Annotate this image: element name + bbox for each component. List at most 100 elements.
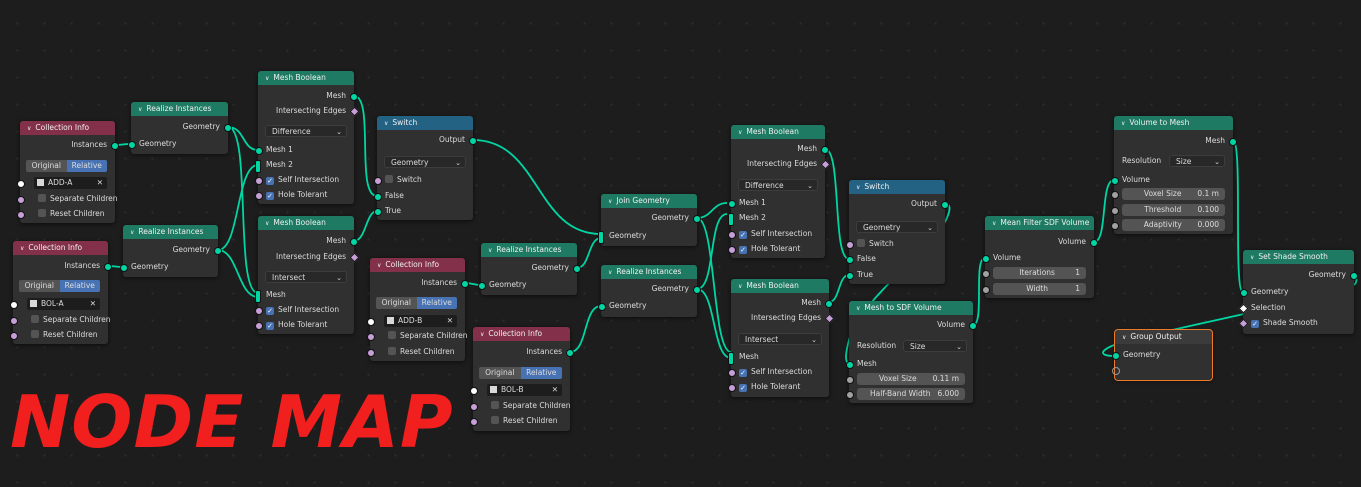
transform-space-toggle[interactable]: Original Relative xyxy=(370,296,465,310)
iterations-field[interactable]: Iterations 1 xyxy=(981,266,1094,280)
boolean-socket[interactable] xyxy=(366,349,375,357)
multi-input-socket[interactable] xyxy=(597,230,604,244)
boolean-socket[interactable] xyxy=(254,192,263,200)
float-socket[interactable] xyxy=(1110,207,1119,215)
geometry-socket[interactable] xyxy=(940,201,949,209)
clear-icon[interactable]: ✕ xyxy=(90,298,96,310)
original-option[interactable]: Original xyxy=(479,367,521,379)
check-icon[interactable]: ✓ xyxy=(739,384,747,392)
check-icon[interactable]: ✓ xyxy=(266,177,274,185)
empty-socket[interactable] xyxy=(1111,367,1120,375)
node-header[interactable]: ∨ Volume to Mesh xyxy=(1114,116,1233,130)
geometry-socket[interactable] xyxy=(127,141,136,149)
boolean-socket[interactable] xyxy=(727,231,736,239)
node-header[interactable]: ∨ Realize Instances xyxy=(123,225,218,239)
collapse-chevron-icon[interactable]: ∨ xyxy=(1121,117,1125,130)
join-geometry-node[interactable]: ∨ Join Geometry Geometry Geometry xyxy=(597,194,701,246)
reset-children-checkbox[interactable]: Reset Children xyxy=(366,345,465,359)
collection-socket[interactable] xyxy=(16,180,25,188)
relative-option[interactable]: Relative xyxy=(416,297,457,309)
transform-space-toggle[interactable]: Original Relative xyxy=(13,279,108,293)
hole-tolerant-checkbox[interactable]: ✓ Hole Tolerant xyxy=(727,242,825,256)
voxel-size-field[interactable]: Voxel Size 0.11 m xyxy=(845,372,973,386)
reset-children-checkbox[interactable]: Reset Children xyxy=(469,414,570,428)
collapse-chevron-icon[interactable]: ∨ xyxy=(20,242,24,255)
collapse-chevron-icon[interactable]: ∨ xyxy=(377,259,381,272)
checkbox[interactable] xyxy=(491,401,499,409)
geometry-socket[interactable] xyxy=(1089,239,1098,247)
boolean-socket[interactable] xyxy=(845,241,854,249)
node-header[interactable]: ∨ Mesh Boolean xyxy=(258,71,354,85)
transform-space-toggle[interactable]: Original Relative xyxy=(20,159,115,173)
boolean-socket[interactable] xyxy=(254,322,263,330)
boolean-socket[interactable] xyxy=(9,332,18,340)
geometry-socket[interactable] xyxy=(820,146,829,154)
collapse-chevron-icon[interactable]: ∨ xyxy=(856,181,860,194)
node-header[interactable]: ∨ Collection Info xyxy=(13,241,108,255)
hole-tolerant-checkbox[interactable]: ✓ Hole Tolerant xyxy=(727,380,829,394)
geometry-socket[interactable] xyxy=(981,255,990,263)
checkbox[interactable] xyxy=(385,175,393,183)
clear-icon[interactable]: ✕ xyxy=(552,384,558,396)
checkbox[interactable] xyxy=(491,416,499,424)
geometry-socket[interactable] xyxy=(254,147,263,155)
switch-checkbox[interactable]: Switch xyxy=(373,173,473,187)
check-icon[interactable]: ✓ xyxy=(266,322,274,330)
collapse-chevron-icon[interactable]: ∨ xyxy=(27,122,31,135)
collection-info-node-bol-b[interactable]: ∨ Collection Info Instances Original Relat… xyxy=(469,327,574,431)
checkbox[interactable] xyxy=(38,209,46,217)
float-socket[interactable] xyxy=(845,376,854,384)
check-icon[interactable]: ✓ xyxy=(1251,320,1259,328)
boolean-socket[interactable] xyxy=(373,177,382,185)
original-option[interactable]: Original xyxy=(26,160,67,172)
mesh-boolean-node-intersect[interactable]: ∨ Mesh Boolean Mesh Intersecting Edges In… xyxy=(727,279,834,397)
geometry-socket[interactable] xyxy=(1111,352,1120,360)
geometry-socket[interactable] xyxy=(223,124,232,132)
width-field[interactable]: Width 1 xyxy=(981,282,1094,296)
node-header[interactable]: ∨ Realize Instances xyxy=(481,243,577,257)
geometry-socket[interactable] xyxy=(349,93,358,101)
operation-dropdown[interactable]: Difference ⌄ xyxy=(258,124,354,138)
transform-space-toggle[interactable]: Original Relative xyxy=(473,366,570,380)
node-header[interactable]: ∨ Mesh Boolean xyxy=(731,279,829,293)
collapse-chevron-icon[interactable]: ∨ xyxy=(1122,331,1126,344)
node-header[interactable]: ∨ Collection Info xyxy=(20,121,115,135)
checkbox[interactable] xyxy=(388,331,396,339)
self-intersection-checkbox[interactable]: ✓ Self Intersection xyxy=(727,365,829,379)
collapse-chevron-icon[interactable]: ∨ xyxy=(738,280,742,293)
node-header[interactable]: ∨ Mesh to SDF Volume xyxy=(849,301,973,315)
collapse-chevron-icon[interactable]: ∨ xyxy=(856,302,860,315)
geometry-socket[interactable] xyxy=(845,256,854,264)
geometry-socket[interactable] xyxy=(572,265,581,273)
geometry-socket[interactable] xyxy=(1228,138,1237,146)
collection-socket[interactable] xyxy=(469,387,478,395)
collapse-chevron-icon[interactable]: ∨ xyxy=(138,103,142,116)
realize-instances-node[interactable]: ∨ Realize Instances Geometry Geometry xyxy=(127,102,232,154)
boolean-socket[interactable] xyxy=(254,307,263,315)
geometry-socket[interactable] xyxy=(1349,272,1358,280)
operation-dropdown[interactable]: Intersect ⌄ xyxy=(731,332,829,346)
mesh-boolean-node-difference[interactable]: ∨ Mesh Boolean Mesh Intersecting Edges Di… xyxy=(254,71,359,204)
integer-socket[interactable] xyxy=(981,270,990,278)
node-header[interactable]: ∨ Switch xyxy=(849,180,945,194)
threshold-field[interactable]: Threshold 0.100 xyxy=(1110,203,1233,217)
geometry-socket[interactable] xyxy=(1110,177,1119,185)
checkbox[interactable] xyxy=(857,239,865,247)
geometry-socket[interactable] xyxy=(597,303,606,311)
boolean-socket[interactable] xyxy=(366,333,375,341)
geometry-socket[interactable] xyxy=(349,238,358,246)
relative-option[interactable]: Relative xyxy=(59,280,100,292)
multi-input-socket[interactable] xyxy=(727,351,734,365)
geometry-socket[interactable] xyxy=(468,137,477,145)
collection-field[interactable]: BOL-A ✕ xyxy=(9,297,108,311)
reset-children-checkbox[interactable]: Reset Children xyxy=(16,207,115,221)
boolean-socket[interactable] xyxy=(727,384,736,392)
geometry-socket[interactable] xyxy=(373,208,382,216)
group-output-node[interactable]: ∨ Group Output Geometry xyxy=(1111,329,1213,381)
realize-instances-node[interactable]: ∨ Realize Instances Geometry Geometry xyxy=(597,265,701,317)
geometry-socket[interactable] xyxy=(477,282,486,290)
type-dropdown[interactable]: Geometry ⌄ xyxy=(849,220,945,234)
multi-input-socket[interactable] xyxy=(254,289,261,303)
hole-tolerant-checkbox[interactable]: ✓ Hole Tolerant xyxy=(254,318,354,332)
geometry-socket[interactable] xyxy=(565,349,574,357)
